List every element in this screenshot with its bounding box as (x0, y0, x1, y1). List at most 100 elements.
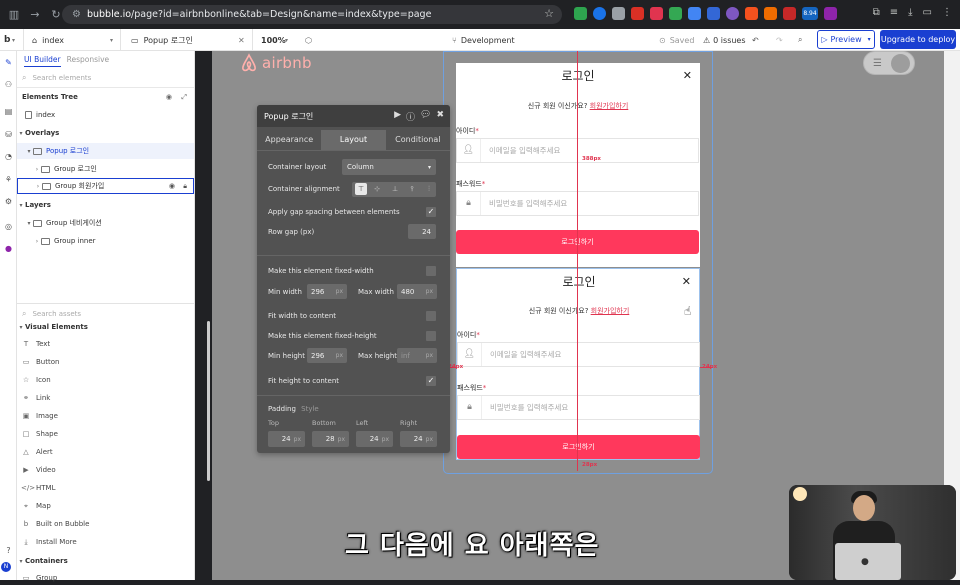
search-icon[interactable]: ⌕ (798, 29, 802, 51)
asset-alert[interactable]: △ Alert (21, 445, 52, 459)
asset-html[interactable]: </> HTML (21, 481, 55, 495)
align-top-icon[interactable]: ⊤ (355, 183, 367, 195)
row-gap-input[interactable]: 24 (408, 224, 436, 239)
asset-map[interactable]: ⌖ Map (21, 499, 51, 513)
deploy-button[interactable]: Upgrade to deploy (880, 30, 956, 49)
extension-icon[interactable] (783, 7, 796, 20)
tree-item-group-inner[interactable]: › Group inner (17, 233, 194, 249)
pad-right-input[interactable]: 24 px (400, 431, 437, 447)
eye-icon[interactable]: ◉ (166, 93, 172, 101)
asset-shape[interactable]: □ Shape (21, 427, 58, 441)
gap-spacing-checkbox[interactable]: ✓ (426, 207, 436, 217)
tab-layout[interactable]: Layout (321, 130, 386, 150)
chevron-down-icon[interactable]: ▾ (17, 130, 25, 137)
workflow-icon[interactable]: ⚇ (3, 79, 14, 90)
address-bar[interactable]: ⚙ bubble.io/page?id=airbnbonline&tab=Des… (62, 5, 562, 24)
chevron-down-icon[interactable]: ▾ (25, 220, 33, 227)
data-icon[interactable]: ▤ (3, 106, 14, 117)
container-layout-select[interactable]: Column ▾ (342, 159, 436, 175)
branch-selector[interactable]: ⑂ Development (452, 29, 515, 51)
settings-icon[interactable]: ⚙ (3, 196, 14, 207)
window-icon[interactable]: ▭ (923, 7, 932, 18)
visual-elements-header[interactable]: ▾ Visual Elements (17, 319, 194, 335)
id-input[interactable]: 👤︎ 이메일을 입력해주세요 (457, 342, 700, 367)
chevron-right-icon[interactable]: › (34, 183, 42, 190)
signup-link[interactable]: 회원가입하기 (591, 307, 630, 315)
extension-icon[interactable] (650, 7, 663, 20)
forward-icon[interactable]: → (28, 8, 42, 22)
chevron-right-icon[interactable]: › (33, 238, 41, 245)
tab-appearance[interactable]: Appearance (257, 130, 321, 150)
fixed-width-checkbox[interactable] (426, 266, 436, 276)
max-height-input[interactable]: inf px (397, 348, 437, 363)
group-login-card[interactable]: 로그인 ✕ 신규 회원 이신가요? 회원가입하기 아이디* 👤︎ 이메일을 입력해… (456, 63, 700, 267)
extension-icon[interactable] (574, 7, 587, 20)
tree-item-index[interactable]: index (17, 107, 194, 123)
eye-icon[interactable]: ◉ (169, 182, 175, 190)
chevron-right-icon[interactable]: › (33, 166, 41, 173)
extension-icon[interactable] (593, 7, 606, 20)
align-stretch-icon[interactable]: ⫯ (406, 183, 418, 195)
bubble-logo[interactable]: b (4, 29, 10, 51)
chevron-down-icon[interactable]: ▾ (17, 202, 25, 209)
tree-item-group-signup[interactable]: › Group 회원가입 ◉ 🔒︎ (17, 178, 194, 194)
property-editor-header[interactable]: Popup 로그인 ▶ ⓘ 💬︎ ✖ (257, 105, 450, 127)
tab-conditional[interactable]: Conditional (386, 130, 450, 150)
plugins-icon[interactable]: ⚘ (3, 174, 14, 185)
search-elements-input[interactable]: ⌕ Search elements (22, 71, 190, 85)
bookmark-star-icon[interactable]: ☆ (544, 7, 554, 20)
info-icon[interactable]: ⓘ (406, 110, 415, 123)
tree-item-layers[interactable]: ▾ Layers (17, 197, 194, 213)
cube-icon[interactable]: ⬡ (305, 29, 312, 51)
min-height-input[interactable]: 296 px (307, 348, 347, 363)
play-icon[interactable]: ▶ (394, 110, 401, 123)
styles-icon[interactable]: ◔ (3, 151, 14, 162)
property-editor[interactable]: Popup 로그인 ▶ ⓘ 💬︎ ✖ Appearance Layout Con… (257, 105, 450, 453)
pad-top-input[interactable]: 24 px (268, 431, 305, 447)
asset-button[interactable]: ▭ Button (21, 355, 60, 369)
extension-icon[interactable] (612, 7, 625, 20)
fit-width-checkbox[interactable] (426, 311, 436, 321)
expand-icon[interactable]: ⤢ (181, 93, 187, 102)
asset-install-more[interactable]: ⤓ Install More (21, 535, 76, 549)
close-icon[interactable]: ✕ (238, 29, 245, 51)
download-icon[interactable]: ⤓ (908, 7, 912, 18)
extension-icon[interactable] (726, 7, 739, 20)
pad-bottom-input[interactable]: 28 px (312, 431, 349, 447)
close-icon[interactable]: ✖ (436, 110, 444, 123)
pw-input[interactable]: 🔒︎ 비밀번호를 입력해주세요 (457, 395, 700, 420)
element-selector[interactable]: ▭ Popup 로그인 (131, 29, 193, 51)
tree-item-group-login[interactable]: › Group 로그인 (17, 161, 194, 177)
zoom-level[interactable]: 100% (261, 29, 286, 51)
more-icon[interactable]: ⋮ (942, 7, 952, 18)
database-icon[interactable]: ⛁ (3, 129, 14, 140)
chevron-down-icon[interactable]: ▾ (12, 29, 15, 51)
extension-icon[interactable] (707, 7, 720, 20)
lock-icon[interactable]: 🔒︎ (183, 182, 187, 191)
page-selector[interactable]: ⌂ index (32, 29, 64, 51)
preview-button[interactable]: ▷ Preview ▾ (817, 30, 875, 49)
tab-responsive[interactable]: Responsive (67, 55, 110, 67)
asset-link[interactable]: ⚭ Link (21, 391, 50, 405)
extension-icon[interactable] (688, 7, 701, 20)
panel-scrollbar[interactable] (207, 321, 210, 481)
containers-header[interactable]: ▾ Containers (17, 553, 194, 569)
pad-left-input[interactable]: 24 px (356, 431, 393, 447)
fit-height-checkbox[interactable]: ✓ (426, 376, 436, 386)
chevron-down-icon[interactable]: ▾ (110, 29, 113, 51)
logs-icon[interactable]: ◎ (3, 221, 14, 232)
redo-icon[interactable]: ↷ (776, 29, 783, 51)
close-icon[interactable]: ✕ (682, 275, 691, 288)
notification-icon[interactable]: N (1, 562, 11, 572)
fixed-height-checkbox[interactable] (426, 331, 436, 341)
extension-icon[interactable] (669, 7, 682, 20)
media-icon[interactable]: ≡ (890, 7, 898, 18)
design-icon[interactable]: ✎ (3, 57, 14, 68)
puzzle-icon[interactable]: ⧉ (873, 7, 880, 18)
ai-icon[interactable]: ● (3, 243, 14, 254)
undo-icon[interactable]: ↶ (752, 29, 759, 51)
align-space-icon[interactable]: ⫶ (423, 183, 435, 195)
help-icon[interactable]: ? (3, 545, 14, 556)
chevron-down-icon[interactable]: ▾ (285, 29, 288, 51)
tree-item-group-nav[interactable]: ▾ Group 네비게이션 (17, 215, 194, 231)
